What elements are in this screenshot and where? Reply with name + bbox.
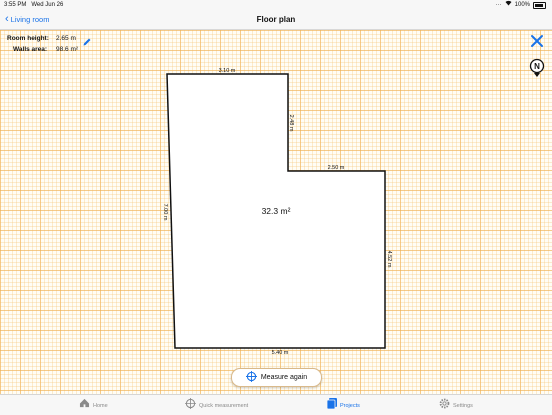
dimension-inner-top: 2.50 m [328, 165, 345, 171]
crosshair-icon [185, 398, 196, 414]
floor-plan-drawing: 3.10 m 2.48 m 2.50 m 4.52 m 5.40 m 7.00 … [162, 68, 392, 356]
tab-settings-label: Settings [453, 403, 473, 409]
tab-settings[interactable]: Settings [439, 398, 473, 414]
dimension-right: 4.52 m [386, 251, 392, 268]
dimension-left: 7.00 m [162, 204, 168, 221]
measure-again-label: Measure again [260, 374, 308, 381]
tab-quick-measurement-label: Quick measurement [199, 403, 249, 409]
dimension-inner-right: 2.48 m [288, 115, 294, 132]
home-icon [79, 398, 90, 413]
gear-icon [439, 398, 450, 414]
tab-home-label: Home [93, 402, 108, 409]
room-area-label: 32.3 m² [262, 206, 291, 216]
measure-again-button[interactable]: Measure again [231, 368, 322, 387]
projects-icon [326, 398, 337, 414]
tab-projects-label: Projects [340, 403, 360, 409]
tab-home[interactable]: Home [79, 398, 108, 413]
dimension-top: 3.10 m [219, 68, 236, 74]
crosshair-icon [245, 371, 257, 384]
tab-projects[interactable]: Projects [326, 398, 360, 414]
tab-quick-measurement[interactable]: Quick measurement [185, 398, 248, 414]
dimension-bottom: 5.40 m [272, 350, 289, 356]
tab-bar: Home Quick measurement Projects Settings [0, 394, 552, 415]
